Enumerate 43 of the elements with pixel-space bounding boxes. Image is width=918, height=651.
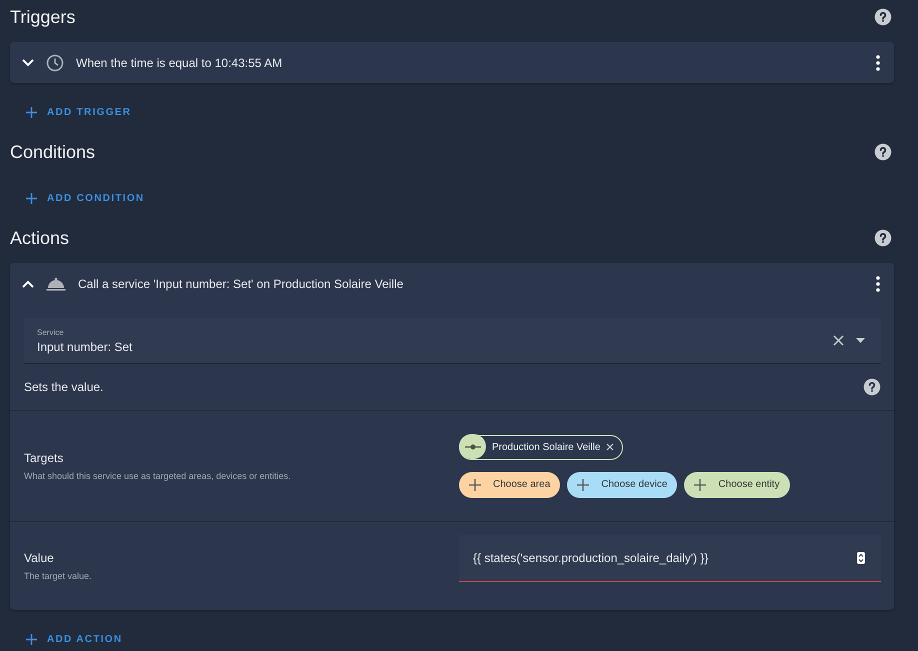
help-icon[interactable]: [874, 143, 892, 161]
stepper-icon[interactable]: [857, 552, 865, 564]
add-button[interactable]: ADD TRIGGER: [10, 100, 132, 124]
help-icon[interactable]: [863, 378, 881, 396]
row-label: Targets: [24, 451, 64, 465]
plus-icon: [26, 192, 37, 204]
plus-icon: [26, 106, 37, 118]
service-description: Sets the value.: [24, 380, 104, 394]
add-button[interactable]: ADD CONDITION: [10, 186, 144, 210]
section-title: Actions: [10, 228, 70, 248]
help-icon[interactable]: [874, 8, 892, 26]
plus-icon: [26, 634, 37, 644]
help-icon[interactable]: [874, 229, 892, 247]
plus-icon: [469, 478, 481, 490]
more-icon[interactable]: [876, 276, 880, 292]
dropdown-icon[interactable]: [856, 338, 865, 343]
cloche-icon: [46, 276, 66, 290]
section-title: Conditions: [10, 142, 96, 162]
more-icon[interactable]: [876, 54, 880, 70]
row-hint: The target value.: [24, 571, 93, 581]
chip-label: Production Solaire Veille: [492, 442, 600, 452]
plus-icon: [577, 478, 590, 490]
field-label: Service: [37, 328, 65, 336]
choose-chip[interactable]: Choose area: [459, 472, 560, 498]
plus-icon: [694, 478, 706, 490]
add-button[interactable]: ADD ACTION: [10, 627, 122, 651]
template-field[interactable]: {{ states('sensor.production_solaire_daily') }}: [459, 535, 881, 582]
row-hint: What should this service use as targeted areas, devices or entities.: [24, 471, 292, 481]
remove-icon[interactable]: [606, 443, 614, 451]
card-summary: Call a service 'Input number: Set' on Production Solaire Veille: [78, 276, 404, 290]
slider-icon: [464, 444, 480, 450]
chevron-icon[interactable]: [22, 58, 34, 66]
service-field[interactable]: Service Input number: Set: [24, 318, 881, 364]
choose-chip[interactable]: Choose device: [567, 472, 678, 498]
choose-chip[interactable]: Choose entity: [684, 472, 790, 498]
entity-chip[interactable]: Production Solaire Veille: [459, 434, 624, 460]
field-value: Input number: Set: [37, 340, 134, 354]
row-label: Value: [24, 551, 55, 565]
section-title: Triggers: [10, 6, 76, 28]
card-summary: When the time is equal to 10:43:55 AM: [76, 56, 284, 70]
chevron-icon[interactable]: [22, 280, 34, 288]
close-icon[interactable]: [833, 335, 844, 346]
clock-icon: [46, 54, 64, 72]
